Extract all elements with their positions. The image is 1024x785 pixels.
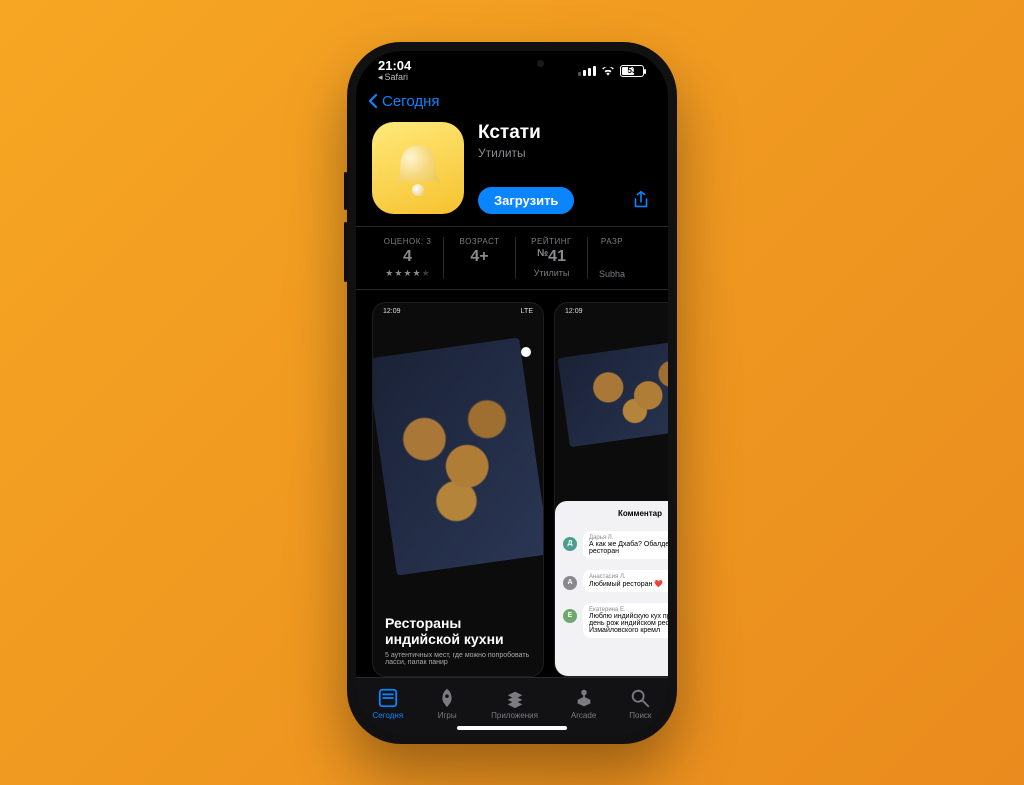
avatar: Е: [563, 609, 577, 623]
screen: 21:04 ◂ Safari 53 Сегодня: [356, 51, 668, 735]
info-chart: РЕЙТИНГ №41 Утилиты: [516, 237, 588, 279]
cellular-icon: [578, 66, 596, 76]
nav-bar: Сегодня: [356, 91, 668, 116]
chevron-left-icon: ◂: [378, 73, 383, 82]
food-image: [557, 336, 668, 447]
status-icons: 53: [578, 65, 644, 77]
info-strip[interactable]: ОЦЕНОК: 3 4 ★★★★★ ВОЗРАСТ 4+ РЕЙТИНГ №41…: [356, 226, 668, 290]
app-header: Кстати Утилиты Загрузить: [356, 116, 668, 226]
screenshot-1[interactable]: 12:09LTE Рестораныиндийской кухни 5 ауте…: [372, 302, 544, 677]
back-label: Сегодня: [382, 93, 440, 110]
tab-games[interactable]: Игры: [436, 687, 458, 720]
back-button[interactable]: Сегодня: [368, 93, 440, 110]
comments-sheet: Комментар 25 апреля Д Дарья Л.А как же Д…: [555, 501, 668, 676]
chevron-left-icon: [368, 93, 378, 109]
app-subtitle: Утилиты: [478, 146, 652, 160]
notch: [446, 51, 578, 77]
close-icon: [521, 347, 531, 357]
avatar: Д: [563, 537, 577, 551]
info-ratings: ОЦЕНОК: 3 4 ★★★★★: [372, 237, 444, 279]
tab-apps[interactable]: Приложения: [491, 687, 538, 720]
stars-icon: ★★★★★: [380, 268, 435, 279]
search-icon: [629, 687, 651, 709]
status-time: 21:04: [378, 59, 411, 72]
phone-frame: 21:04 ◂ Safari 53 Сегодня: [347, 42, 677, 744]
get-button[interactable]: Загрузить: [478, 187, 574, 214]
app-icon: [372, 122, 464, 214]
app-title: Кстати: [478, 122, 652, 144]
battery-icon: 53: [620, 65, 644, 77]
back-to-app[interactable]: ◂ Safari: [378, 73, 411, 82]
info-developer: РАЗР Subha: [588, 237, 636, 279]
tab-today[interactable]: Сегодня: [372, 687, 403, 720]
share-button[interactable]: [630, 189, 652, 211]
screenshots-row[interactable]: 12:09LTE Рестораныиндийской кухни 5 ауте…: [356, 290, 668, 677]
info-age: ВОЗРАСТ 4+: [444, 237, 516, 279]
wifi-icon: [601, 66, 615, 76]
avatar: А: [563, 576, 577, 590]
today-icon: [377, 687, 399, 709]
tab-search[interactable]: Поиск: [629, 687, 651, 720]
bell-icon: [392, 142, 444, 194]
rocket-icon: [436, 687, 458, 709]
screenshot-2[interactable]: 12:09 Комментар 25 апреля Д Дарья Л.А ка…: [554, 302, 668, 677]
arcade-icon: [573, 687, 595, 709]
apps-icon: [504, 687, 526, 709]
share-icon: [630, 189, 652, 211]
food-image: [372, 337, 544, 575]
tab-arcade[interactable]: Arcade: [571, 687, 596, 720]
home-indicator[interactable]: [457, 726, 567, 730]
